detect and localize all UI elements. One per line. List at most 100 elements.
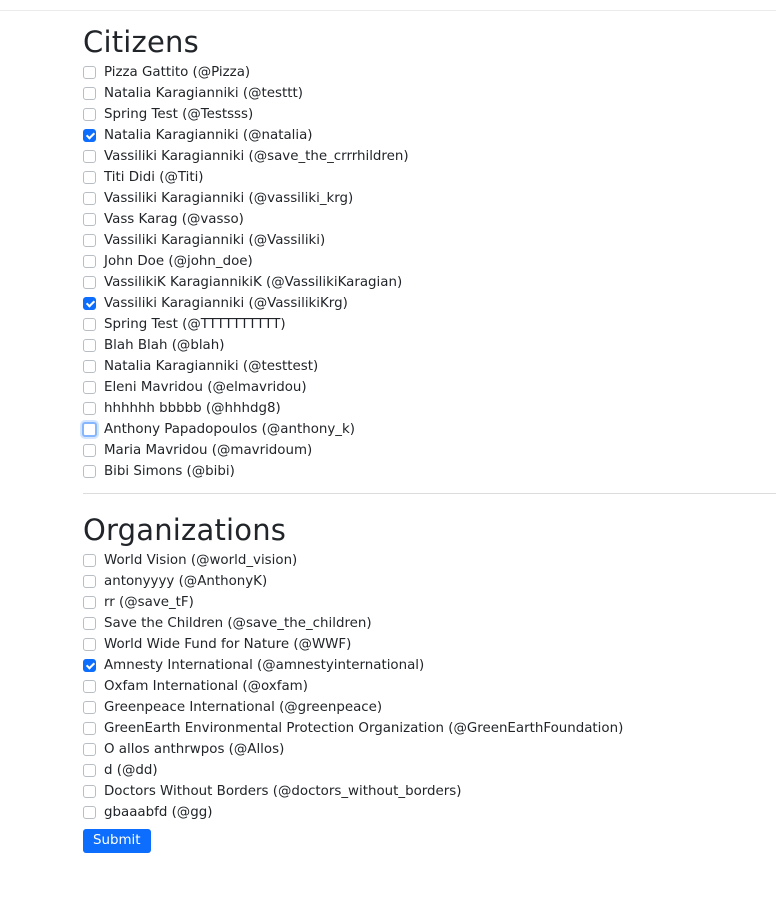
organization-option-label: World Vision (@world_vision) [104,553,298,568]
citizen-option[interactable]: VassilikiK KaragiannikiK (@VassilikiKara… [83,272,776,293]
organization-option-label: antonyyyy (@AnthonyK) [104,574,268,589]
citizen-option[interactable]: Vassiliki Karagianniki (@VassilikiKrg) [83,293,776,314]
checkbox[interactable] [83,806,96,819]
checkbox[interactable] [83,402,96,415]
citizen-option-label: Vassiliki Karagianniki (@save_the_crrrhi… [104,149,409,164]
organization-option[interactable]: Greenpeace International (@greenpeace) [83,697,776,718]
checkbox[interactable] [83,255,96,268]
citizen-option-label: Blah Blah (@blah) [104,338,225,353]
citizen-option[interactable]: Blah Blah (@blah) [83,335,776,356]
organization-option-label: Save the Children (@save_the_children) [104,616,372,631]
citizen-option-label: Pizza Gattito (@Pizza) [104,65,251,80]
checkbox-checked[interactable] [83,659,96,672]
citizen-option[interactable]: Natalia Karagianniki (@testtt) [83,83,776,104]
organization-option[interactable]: Amnesty International (@amnestyinternati… [83,655,776,676]
citizen-option[interactable]: hhhhhh bbbbb (@hhhdg8) [83,398,776,419]
citizen-option[interactable]: Bibi Simons (@bibi) [83,461,776,482]
organization-option-label: World Wide Fund for Nature (@WWF) [104,637,352,652]
checkbox[interactable] [82,422,97,437]
checkbox[interactable] [83,743,96,756]
citizen-option[interactable]: Spring Test (@TTTTTTTTTT) [83,314,776,335]
checkbox[interactable] [83,150,96,163]
checkbox[interactable] [83,638,96,651]
checkbox[interactable] [83,108,96,121]
checkbox[interactable] [83,360,96,373]
organization-option[interactable]: O allos anthrwpos (@Allos) [83,739,776,760]
organizations-list: World Vision (@world_vision) antonyyyy (@… [83,550,776,823]
organization-option-label: Greenpeace International (@greenpeace) [104,700,383,715]
citizen-option[interactable]: Titi Didi (@Titi) [83,167,776,188]
checkbox[interactable] [83,171,96,184]
citizen-option[interactable]: Spring Test (@Testsss) [83,104,776,125]
citizen-option[interactable]: John Doe (@john_doe) [83,251,776,272]
checkbox[interactable] [83,444,96,457]
citizens-list: Pizza Gattito (@Pizza) Natalia Karagianni… [82,62,776,482]
citizen-option-label: Spring Test (@TTTTTTTTTT) [104,317,286,332]
citizen-option-label: VassilikiK KaragiannikiK (@VassilikiKara… [104,275,403,290]
section-divider [83,493,776,494]
organization-option[interactable]: d (@dd) [83,760,776,781]
organization-option-label: rr (@save_tF) [104,595,194,610]
checkbox[interactable] [83,465,96,478]
citizen-option[interactable]: Maria Mavridou (@mavridoum) [83,440,776,461]
checkbox[interactable] [83,87,96,100]
checkbox[interactable] [83,680,96,693]
citizen-option-label: Natalia Karagianniki (@testtest) [104,359,319,374]
citizen-option-label: John Doe (@john_doe) [104,254,253,269]
organization-option[interactable]: GreenEarth Environmental Protection Orga… [83,718,776,739]
checkbox[interactable] [83,596,96,609]
checkbox[interactable] [83,234,96,247]
submit-button[interactable]: Submit [83,829,151,853]
citizen-option[interactable]: Pizza Gattito (@Pizza) [83,62,776,83]
citizen-option[interactable]: Anthony Papadopoulos (@anthony_k) [82,419,776,440]
citizen-option-label: Vassiliki Karagianniki (@Vassiliki) [104,233,326,248]
citizen-option[interactable]: Vassiliki Karagianniki (@vassiliki_krg) [83,188,776,209]
organization-option[interactable]: rr (@save_tF) [83,592,776,613]
recipient-form: Citizens Pizza Gattito (@Pizza) Natalia K… [82,22,776,853]
checkbox[interactable] [83,213,96,226]
citizen-option-label: Maria Mavridou (@mavridoum) [104,443,313,458]
citizen-option-label: Natalia Karagianniki (@testtt) [104,86,303,101]
checkbox[interactable] [83,785,96,798]
citizen-option[interactable]: Eleni Mavridou (@elmavridou) [83,377,776,398]
checkbox[interactable] [83,276,96,289]
citizen-option-label: Spring Test (@Testsss) [104,107,254,122]
citizen-option-label: hhhhhh bbbbb (@hhhdg8) [104,401,281,416]
organization-option[interactable]: World Vision (@world_vision) [83,550,776,571]
citizen-option[interactable]: Vassiliki Karagianniki (@Vassiliki) [83,230,776,251]
organization-option[interactable]: World Wide Fund for Nature (@WWF) [83,634,776,655]
checkbox[interactable] [83,722,96,735]
organization-option[interactable]: Save the Children (@save_the_children) [83,613,776,634]
citizen-option[interactable]: Vassiliki Karagianniki (@save_the_crrrhi… [83,146,776,167]
organization-option-label: Doctors Without Borders (@doctors_withou… [104,784,462,799]
organization-option[interactable]: Oxfam International (@oxfam) [83,676,776,697]
citizen-option[interactable]: Natalia Karagianniki (@natalia) [83,125,776,146]
checkbox[interactable] [83,339,96,352]
citizen-option[interactable]: Natalia Karagianniki (@testtest) [83,356,776,377]
organization-option-label: O allos anthrwpos (@Allos) [104,742,285,757]
checkbox[interactable] [83,554,96,567]
checkbox[interactable] [83,575,96,588]
citizen-option[interactable]: Vass Karag (@vasso) [83,209,776,230]
checkbox[interactable] [83,381,96,394]
checkbox[interactable] [83,318,96,331]
citizen-option-label: Eleni Mavridou (@elmavridou) [104,380,307,395]
checkbox[interactable] [83,764,96,777]
organization-option-label: GreenEarth Environmental Protection Orga… [104,721,624,736]
citizen-option-label: Vassiliki Karagianniki (@vassiliki_krg) [104,191,354,206]
checkbox-checked[interactable] [83,297,96,310]
organization-option[interactable]: antonyyyy (@AnthonyK) [83,571,776,592]
checkbox[interactable] [83,192,96,205]
checkbox[interactable] [83,66,96,79]
checkbox-checked[interactable] [83,129,96,142]
checkbox[interactable] [83,617,96,630]
organization-option-label: d (@dd) [104,763,158,778]
checkbox[interactable] [83,701,96,714]
citizen-option-label: Bibi Simons (@bibi) [104,464,235,479]
organization-option-label: gbaaabfd (@gg) [104,805,213,820]
organization-option-label: Amnesty International (@amnestyinternati… [104,658,425,673]
organization-option[interactable]: gbaaabfd (@gg) [83,802,776,823]
organization-option[interactable]: Doctors Without Borders (@doctors_withou… [83,781,776,802]
citizens-heading: Citizens [83,25,199,59]
citizen-option-label: Natalia Karagianniki (@natalia) [104,128,313,143]
